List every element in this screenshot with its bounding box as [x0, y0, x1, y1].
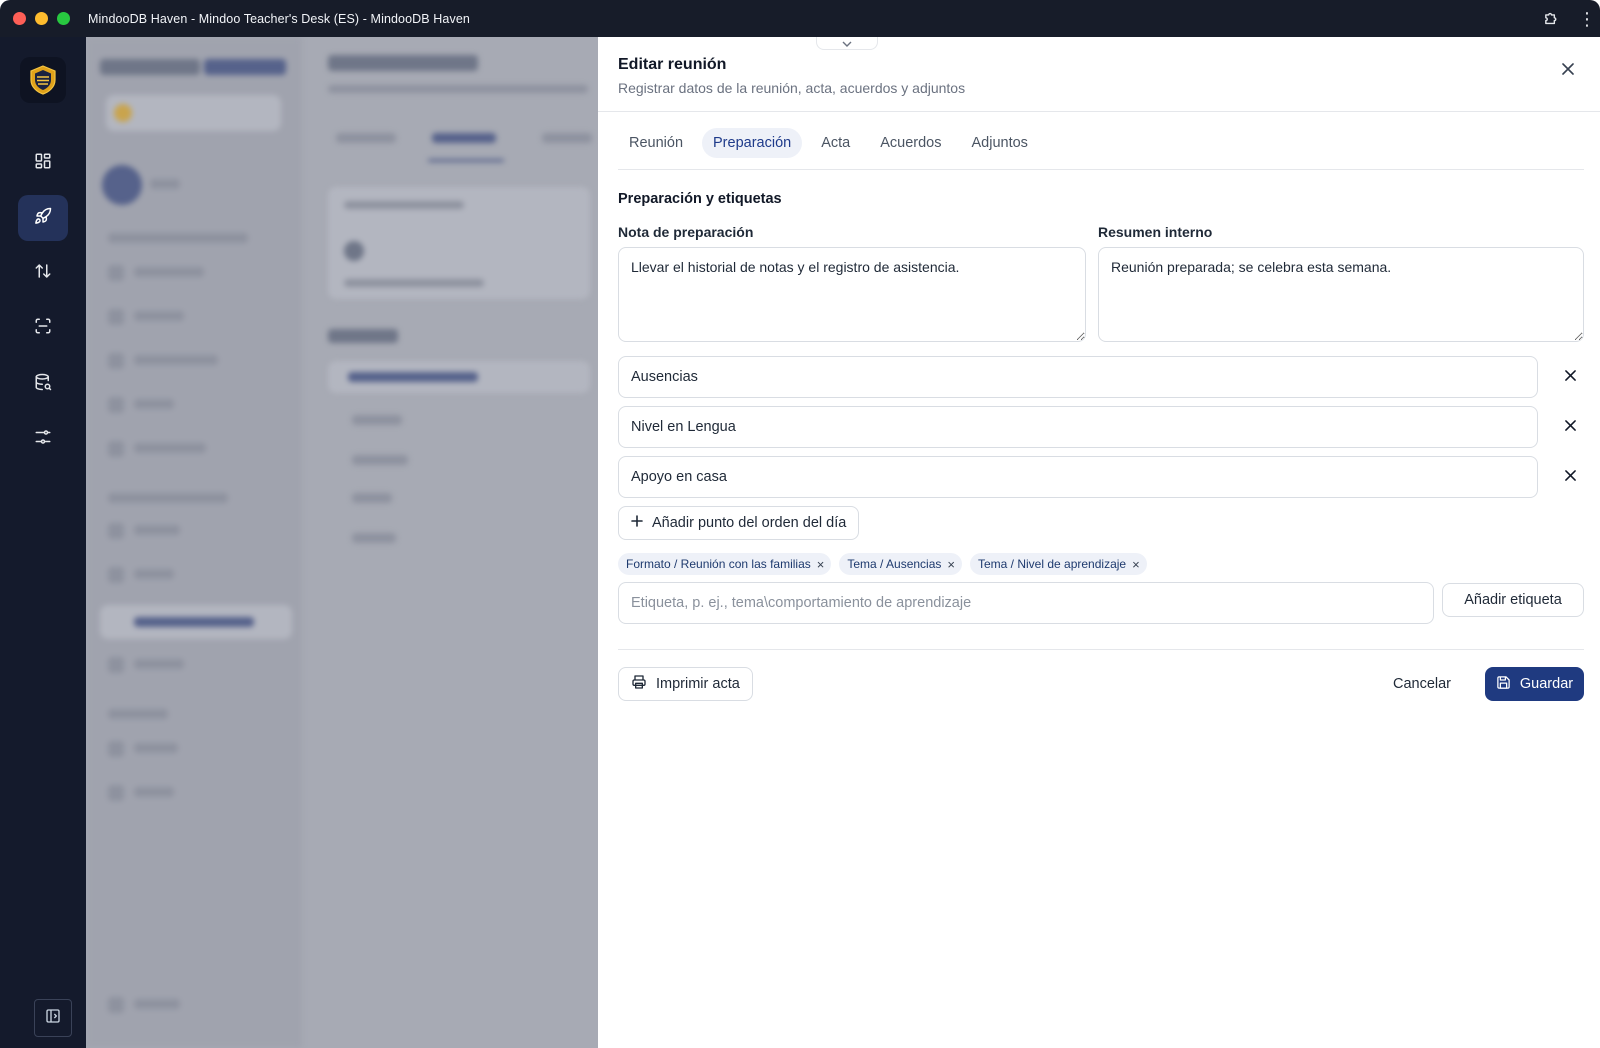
prep-note-textarea[interactable]: Llevar el historial de notas y el regist… — [618, 247, 1086, 342]
rocket-icon — [34, 207, 52, 230]
rail-dashboard-button[interactable] — [18, 140, 68, 186]
tag-label: Tema / Ausencias — [847, 557, 942, 571]
sidebar-toggle-button[interactable] — [34, 999, 72, 1037]
plus-icon — [631, 515, 643, 531]
agenda-item-input[interactable]: Ausencias — [618, 356, 1538, 398]
remove-tag-icon[interactable]: × — [947, 558, 955, 571]
sidebar-toggle-icon — [45, 1008, 61, 1029]
agenda-item: Ausencias — [618, 356, 1584, 398]
tag-list: Formato / Reunión con las familias × Tem… — [618, 553, 1147, 575]
save-icon — [1496, 675, 1511, 694]
close-icon — [1564, 368, 1576, 386]
dialog-header: Editar reunión Registrar datos de la reu… — [618, 56, 965, 96]
internal-summary-textarea[interactable]: Reunión preparada; se celebra esta seman… — [1098, 247, 1584, 342]
remove-tag-icon[interactable]: × — [817, 558, 825, 571]
print-minutes-label: Imprimir acta — [656, 676, 740, 692]
header-divider — [598, 111, 1600, 112]
save-label: Guardar — [1519, 676, 1574, 692]
dialog-title: Editar reunión — [618, 56, 727, 73]
tab-acuerdos[interactable]: Acuerdos — [869, 128, 952, 158]
tab-preparacion[interactable]: Preparación — [702, 128, 803, 158]
rail-launch-button[interactable] — [18, 195, 68, 241]
remove-tag-icon[interactable]: × — [1132, 558, 1140, 571]
background-sidebar — [86, 37, 301, 1048]
footer-divider — [618, 649, 1584, 650]
maximize-window-button[interactable] — [57, 12, 70, 25]
section-title: Preparación y etiquetas — [618, 191, 782, 207]
arrows-up-down-icon — [34, 262, 52, 285]
tag-chip: Tema / Nivel de aprendizaje × — [970, 553, 1147, 575]
tab-adjuntos[interactable]: Adjuntos — [960, 128, 1038, 158]
printer-icon — [631, 674, 647, 694]
rail-scan-button[interactable] — [18, 305, 68, 351]
print-minutes-button[interactable]: Imprimir acta — [618, 667, 753, 701]
close-dialog-button[interactable] — [1556, 59, 1580, 83]
cancel-button[interactable]: Cancelar — [1390, 667, 1454, 701]
tag-chip: Tema / Ausencias × — [839, 553, 962, 575]
close-icon — [1564, 468, 1576, 486]
dialog-subtitle: Registrar datos de la reunión, acta, acu… — [618, 80, 966, 96]
prep-note-label: Nota de preparación — [618, 224, 754, 240]
remove-agenda-item-button[interactable] — [1556, 363, 1584, 391]
close-icon — [1562, 62, 1574, 80]
tag-input[interactable] — [618, 582, 1434, 624]
tag-label: Formato / Reunión con las familias — [626, 557, 811, 571]
app-rail — [0, 37, 86, 1048]
remove-agenda-item-button[interactable] — [1556, 413, 1584, 441]
agenda-item-input[interactable]: Nivel en Lengua — [618, 406, 1538, 448]
minimize-window-button[interactable] — [35, 12, 48, 25]
close-window-button[interactable] — [13, 12, 26, 25]
close-icon — [1564, 418, 1576, 436]
agenda-item: Apoyo en casa — [618, 456, 1584, 498]
tab-reunion[interactable]: Reunión — [618, 128, 694, 158]
window-controls — [13, 12, 70, 25]
add-tag-button[interactable]: Añadir etiqueta — [1442, 583, 1584, 617]
extension-icon[interactable] — [1542, 10, 1560, 28]
window-titlebar: MindooDB Haven - Mindoo Teacher's Desk (… — [0, 0, 1600, 37]
window-title: MindooDB Haven - Mindoo Teacher's Desk (… — [88, 11, 470, 26]
add-agenda-item-label: Añadir punto del orden del día — [652, 515, 847, 531]
chevron-down-icon — [842, 34, 852, 52]
more-vertical-icon[interactable]: ⋮ — [1578, 10, 1596, 28]
grid-icon — [34, 152, 52, 175]
tag-chip: Formato / Reunión con las familias × — [618, 553, 832, 575]
scan-icon — [34, 317, 52, 340]
rail-sync-button[interactable] — [18, 250, 68, 296]
sliders-icon — [34, 428, 52, 451]
collapse-handle[interactable] — [816, 37, 878, 50]
dialog-tabs: Reunión Preparación Acta Acuerdos Adjunt… — [618, 128, 1584, 170]
edit-meeting-dialog: Editar reunión Registrar datos de la reu… — [598, 37, 1600, 1048]
background-app-overlay — [86, 37, 598, 1048]
rail-settings-button[interactable] — [18, 416, 68, 462]
app-logo — [20, 57, 66, 103]
database-search-icon — [34, 373, 52, 396]
rail-database-button[interactable] — [18, 361, 68, 407]
remove-agenda-item-button[interactable] — [1556, 463, 1584, 491]
agenda-item-input[interactable]: Apoyo en casa — [618, 456, 1538, 498]
agenda-item: Nivel en Lengua — [618, 406, 1584, 448]
save-button[interactable]: Guardar — [1485, 667, 1584, 701]
tab-acta[interactable]: Acta — [810, 128, 861, 158]
internal-summary-label: Resumen interno — [1098, 224, 1213, 240]
add-agenda-item-button[interactable]: Añadir punto del orden del día — [618, 506, 860, 540]
tag-label: Tema / Nivel de aprendizaje — [978, 557, 1127, 571]
